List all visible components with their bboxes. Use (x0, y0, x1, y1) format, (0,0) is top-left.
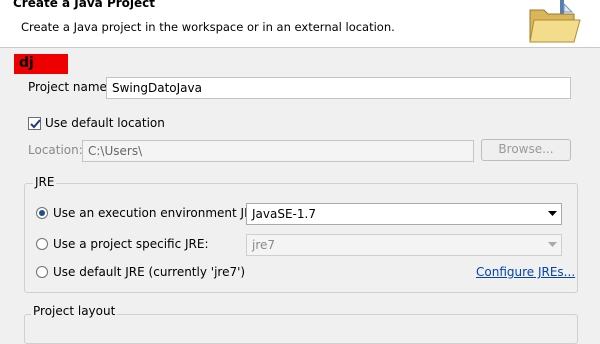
location-label: Location: (28, 143, 83, 157)
page-description: Create a Java project in the workspace o… (21, 20, 395, 34)
radio-selected-dot (39, 210, 45, 216)
project-layout-group (24, 314, 578, 344)
project-name-label: Project name: (28, 80, 111, 94)
project-layout-label: Project layout (31, 304, 118, 318)
configure-jres-link[interactable]: Configure JREs... (476, 265, 575, 279)
project-specific-jre-radio[interactable] (36, 238, 48, 250)
wizard-header: Create a Java Project Create a Java proj… (0, 0, 600, 48)
default-location-checkbox[interactable] (28, 117, 41, 130)
project-name-label-text: Project name: (28, 80, 111, 94)
chevron-down-icon (548, 242, 557, 247)
execution-env-radio[interactable] (36, 207, 48, 219)
browse-button[interactable]: Browse... (481, 139, 571, 161)
project-specific-jre-select[interactable]: jre7 (246, 234, 562, 256)
folder-icon (529, 0, 581, 43)
default-jre-radio[interactable] (36, 266, 48, 278)
jre-group-label: JRE (33, 175, 57, 189)
project-specific-jre-label: Use a project specific JRE: (53, 237, 209, 251)
project-specific-jre-value: jre7 (252, 238, 276, 252)
execution-env-label: Use an execution environment JRE: (53, 206, 265, 220)
error-badge: dj (14, 54, 68, 74)
chevron-down-icon (548, 211, 557, 216)
default-location-label: Use default location (45, 116, 165, 130)
location-input[interactable]: C:\Users\ (82, 140, 474, 162)
execution-env-value: JavaSE-1.7 (252, 207, 316, 221)
checkmark-icon (30, 119, 41, 129)
project-name-input[interactable]: SwingDatoJava (106, 77, 571, 99)
execution-env-select[interactable]: JavaSE-1.7 (246, 203, 562, 225)
default-jre-label: Use default JRE (currently 'jre7') (53, 265, 246, 279)
page-title: Create a Java Project (13, 0, 156, 10)
